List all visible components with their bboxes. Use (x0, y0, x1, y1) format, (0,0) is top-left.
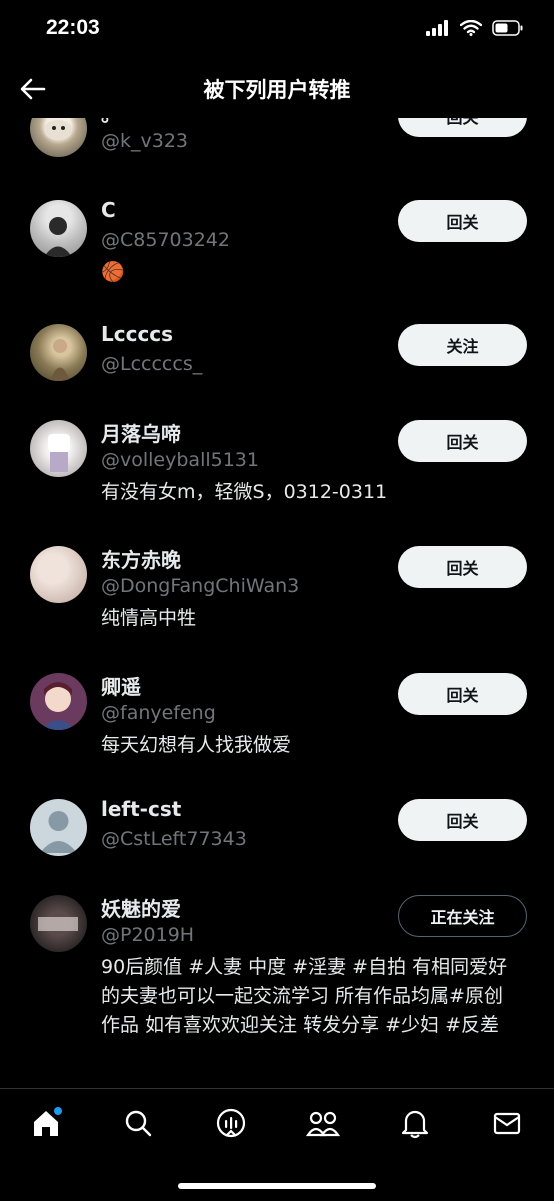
user-name: 东方赤晚 (101, 548, 181, 572)
user-row[interactable]: 卿遥 @fanyefeng 每天幻想有人找我做爱 回关 (0, 669, 554, 779)
user-bio: 每天幻想有人找我做爱 (101, 734, 292, 756)
user-name: C (101, 198, 116, 222)
follow-back-button[interactable]: 回关 (398, 546, 527, 588)
tab-spaces[interactable] (211, 1103, 251, 1143)
home-indicator (178, 1183, 376, 1189)
user-name: 妖魅的爱 (101, 897, 181, 921)
user-row[interactable]: C @C85703242 🏀 回关 (0, 196, 554, 306)
user-name: 。 (101, 118, 121, 127)
avatar[interactable] (30, 799, 87, 856)
user-name: 卿遥 (101, 675, 141, 699)
spaces-icon (216, 1108, 246, 1138)
user-handle: @fanyefeng (101, 702, 216, 724)
user-bio: 纯情高中牲 (101, 607, 197, 629)
battery-icon (492, 20, 523, 36)
user-name: left-cst (101, 797, 182, 821)
notifications-icon (401, 1110, 429, 1139)
user-handle: @CstLeft77343 (101, 828, 247, 850)
avatar[interactable] (30, 673, 87, 730)
user-name: 月落乌啼 (101, 422, 181, 446)
avatar[interactable] (30, 895, 87, 952)
user-handle: @k_v323 (101, 130, 189, 152)
user-row[interactable]: left-cst @CstLeft77343 回关 (0, 795, 554, 875)
default-avatar-icon (40, 811, 77, 853)
follow-back-button[interactable]: 回关 (398, 118, 527, 137)
communities-icon (306, 1111, 340, 1137)
follow-button[interactable]: 关注 (398, 324, 527, 366)
page-title: 被下列用户转推 (203, 78, 351, 102)
tab-communities[interactable] (303, 1103, 343, 1143)
user-handle: @P2019H (101, 924, 195, 946)
user-list: 。 @k_v323 回关 C @C85703242 🏀 回关 Lccccs @L… (0, 118, 554, 1088)
user-row[interactable]: 。 @k_v323 回关 (0, 118, 554, 178)
avatar[interactable] (30, 200, 87, 257)
user-handle: @Lcccccs_ (101, 353, 203, 375)
search-icon (125, 1110, 152, 1137)
user-handle: @volleyball5131 (101, 449, 259, 471)
messages-icon (493, 1112, 521, 1135)
user-bio: 有没有女m，轻微S，0312-0311 (101, 481, 388, 503)
tab-messages[interactable] (487, 1103, 527, 1143)
follow-back-button[interactable]: 回关 (398, 200, 527, 242)
user-row[interactable]: 妖魅的爱 @P2019H 90后颜值 #人妻 中度 #淫妻 #自拍 有相同爱好的… (0, 891, 554, 1088)
user-bio: 🏀 (101, 261, 125, 283)
follow-back-button[interactable]: 回关 (398, 420, 527, 462)
tab-search[interactable] (118, 1103, 158, 1143)
avatar[interactable] (30, 420, 87, 477)
user-handle: @C85703242 (101, 229, 230, 251)
tab-home[interactable] (26, 1103, 66, 1143)
following-button[interactable]: 正在关注 (398, 895, 527, 937)
avatar[interactable] (30, 118, 87, 157)
user-row[interactable]: 东方赤晚 @DongFangChiWan3 纯情高中牲 回关 (0, 542, 554, 652)
avatar[interactable] (30, 546, 87, 603)
signal-icon (426, 20, 448, 36)
user-row[interactable]: Lccccs @Lcccccs_ 关注 (0, 320, 554, 400)
status-icons (426, 20, 524, 36)
avatar[interactable] (30, 324, 87, 381)
status-time: 22:03 (46, 16, 100, 39)
home-icon (34, 1107, 62, 1136)
wifi-icon (460, 20, 482, 36)
follow-back-button[interactable]: 回关 (398, 799, 527, 841)
user-handle: @DongFangChiWan3 (101, 575, 300, 597)
tab-notifications[interactable] (395, 1103, 435, 1143)
follow-back-button[interactable]: 回关 (398, 673, 527, 715)
header: 被下列用户转推 (0, 60, 554, 118)
user-bio: 90后颜值 #人妻 中度 #淫妻 #自拍 有相同爱好的夫妻也可以一起交流学习 所… (101, 956, 508, 1036)
status-bar: 22:03 (0, 0, 554, 60)
user-name: Lccccs (101, 322, 174, 346)
user-row[interactable]: 月落乌啼 @volleyball5131 有没有女m，轻微S，0312-0311… (0, 416, 554, 526)
